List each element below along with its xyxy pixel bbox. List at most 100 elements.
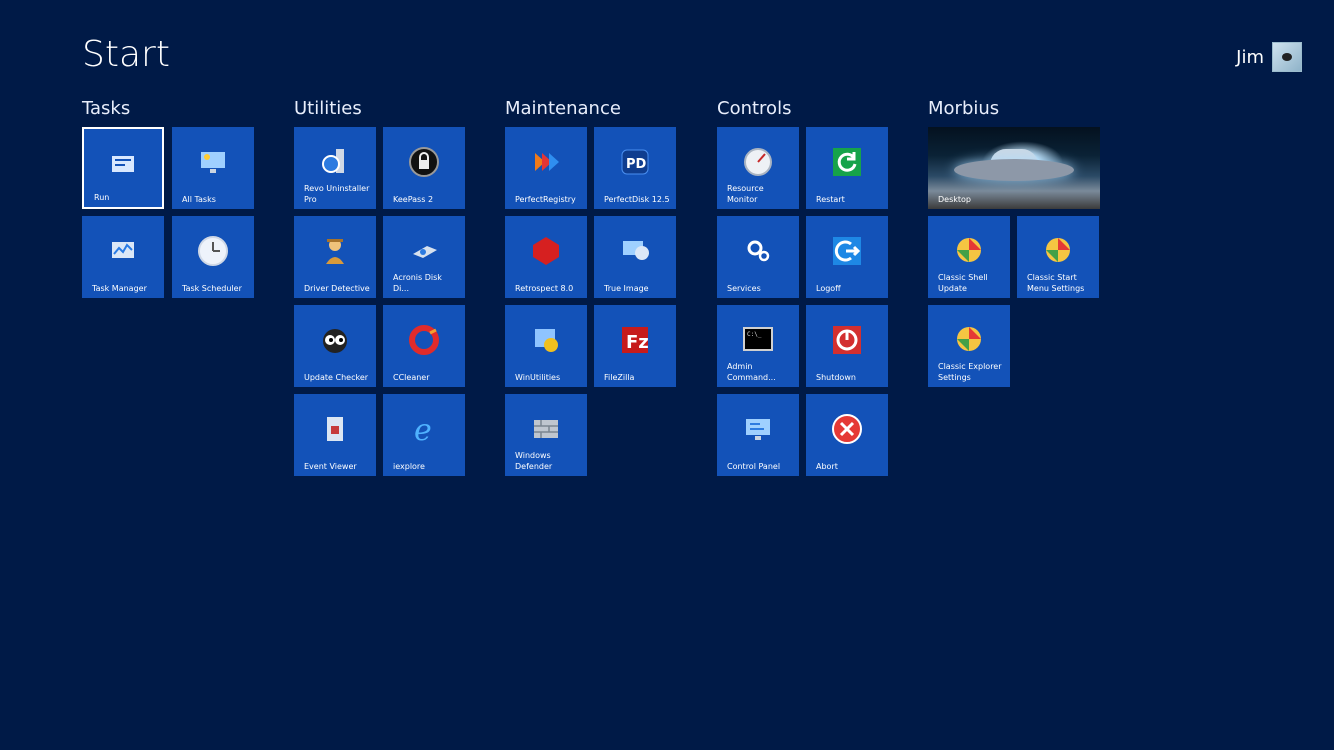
group-title-maintenance: Maintenance: [505, 98, 621, 119]
tile-label: Services: [727, 284, 761, 293]
perfectdisk-icon: PD: [621, 149, 649, 175]
disk-icon: [413, 246, 437, 258]
tile-revo-uninstaller[interactable]: Revo Uninstaller Pro: [294, 127, 376, 209]
perfectregistry-icon: [535, 153, 559, 171]
tile-label: Desktop: [938, 195, 971, 204]
tile-classic-shell-update[interactable]: Classic Shell Update: [928, 216, 1010, 298]
tile-label: Driver Detective: [304, 284, 370, 293]
tile-shutdown[interactable]: Shutdown: [806, 305, 888, 387]
tile-abort[interactable]: Abort: [806, 394, 888, 476]
detective-icon: [326, 239, 344, 264]
tile-task-manager[interactable]: Task Manager: [82, 216, 164, 298]
tile-classic-explorer[interactable]: Classic Explorer Settings: [928, 305, 1010, 387]
tile-all-tasks[interactable]: All Tasks: [172, 127, 254, 209]
tile-admin-command[interactable]: C:\_ Admin Command...: [717, 305, 799, 387]
group-title-controls: Controls: [717, 98, 792, 119]
tile-keepass[interactable]: KeePass 2: [383, 127, 465, 209]
svg-text:e: e: [414, 413, 432, 446]
tile-label: Resource Monitor: [727, 184, 764, 204]
event-viewer-icon: [327, 417, 343, 441]
tile-event-viewer[interactable]: Event Viewer: [294, 394, 376, 476]
tile-driver-detective[interactable]: Driver Detective: [294, 216, 376, 298]
tile-label: Revo Uninstaller Pro: [304, 184, 370, 204]
tile-label: Control Panel: [727, 462, 781, 471]
svg-text:Fz: Fz: [626, 332, 649, 353]
power-icon: [833, 326, 861, 354]
tile-label: Classic Shell Update: [938, 273, 988, 293]
tile-label: Logoff: [816, 284, 841, 293]
update-checker-icon: [323, 329, 347, 353]
tile-windows-defender[interactable]: Windows Defender: [505, 394, 587, 476]
tile-iexplore[interactable]: e iexplore: [383, 394, 465, 476]
abort-icon: [832, 414, 862, 444]
task-manager-icon: [112, 242, 134, 258]
tile-label: Abort: [816, 462, 838, 471]
tile-label: PerfectDisk 12.5: [604, 195, 670, 204]
tile-label: Task Scheduler: [182, 284, 242, 293]
tile-classic-start-menu[interactable]: Classic Start Menu Settings: [1017, 216, 1099, 298]
tile-label: Restart: [816, 195, 845, 204]
tile-desktop[interactable]: Desktop: [928, 127, 1100, 209]
tile-update-checker[interactable]: Update Checker: [294, 305, 376, 387]
tile-label: Windows Defender: [515, 451, 553, 471]
group-title-utilities: Utilities: [294, 98, 362, 119]
page-title: Start: [82, 34, 170, 75]
svg-text:C:\_: C:\_: [747, 331, 762, 338]
tile-retrospect[interactable]: Retrospect 8.0: [505, 216, 587, 298]
user-account[interactable]: Jim: [1236, 42, 1302, 72]
tile-acronis[interactable]: Acronis Disk Di...: [383, 216, 465, 298]
tile-resource-monitor[interactable]: Resource Monitor: [717, 127, 799, 209]
tile-label: KeePass 2: [393, 195, 434, 204]
filezilla-icon: Fz: [622, 327, 649, 353]
classic-shell-icon: [957, 238, 981, 262]
tile-control-panel[interactable]: Control Panel: [717, 394, 799, 476]
ccleaner-icon: [409, 325, 439, 355]
command-prompt-icon: C:\_: [743, 327, 773, 351]
tile-label: Classic Explorer Settings: [938, 362, 1002, 382]
tile-label: Retrospect 8.0: [515, 284, 574, 293]
tile-services[interactable]: Services: [717, 216, 799, 298]
tile-label: Task Manager: [92, 284, 147, 293]
tile-true-image[interactable]: True Image: [594, 216, 676, 298]
tile-label: Admin Command...: [727, 362, 776, 382]
lock-icon: [409, 147, 439, 177]
tile-label: PerfectRegistry: [515, 195, 576, 204]
revo-icon: [322, 149, 344, 173]
tile-perfectdisk[interactable]: PD PerfectDisk 12.5: [594, 127, 676, 209]
run-icon: [112, 156, 134, 172]
svg-text:PD: PD: [626, 157, 647, 172]
retrospect-icon: [533, 237, 559, 265]
flying-saucer: [954, 159, 1074, 181]
tile-label: CCleaner: [393, 373, 430, 382]
avatar: [1272, 42, 1302, 72]
tile-filezilla[interactable]: Fz FileZilla: [594, 305, 676, 387]
group-title-morbius: Morbius: [928, 98, 1000, 119]
restart-icon: [833, 148, 861, 176]
tile-label: Acronis Disk Di...: [393, 273, 442, 293]
tile-perfectregistry[interactable]: PerfectRegistry: [505, 127, 587, 209]
gauge-icon: [744, 148, 772, 176]
winutilities-icon: [535, 329, 558, 352]
tile-label: WinUtilities: [515, 373, 561, 382]
tile-winutilities[interactable]: WinUtilities: [505, 305, 587, 387]
internet-explorer-icon: e: [414, 413, 432, 446]
tile-task-scheduler[interactable]: Task Scheduler: [172, 216, 254, 298]
tile-ccleaner[interactable]: CCleaner: [383, 305, 465, 387]
tile-label: Event Viewer: [304, 462, 357, 471]
tile-label: iexplore: [393, 462, 425, 471]
tile-label: FileZilla: [604, 373, 635, 382]
tile-label: Classic Start Menu Settings: [1027, 273, 1085, 293]
tile-restart[interactable]: Restart: [806, 127, 888, 209]
control-panel-icon: [746, 419, 770, 440]
tile-run[interactable]: Run: [82, 127, 164, 209]
group-title-tasks: Tasks: [82, 98, 131, 119]
classic-shell-icon: [1046, 238, 1070, 262]
defender-wall-icon: [534, 420, 558, 438]
tile-logoff[interactable]: Logoff: [806, 216, 888, 298]
tile-label: All Tasks: [182, 195, 216, 204]
tile-label: Update Checker: [304, 373, 369, 382]
tile-label: Shutdown: [816, 373, 856, 382]
tile-label: True Image: [604, 284, 649, 293]
monitor-icon: [201, 152, 225, 173]
clock-icon: [198, 236, 228, 266]
